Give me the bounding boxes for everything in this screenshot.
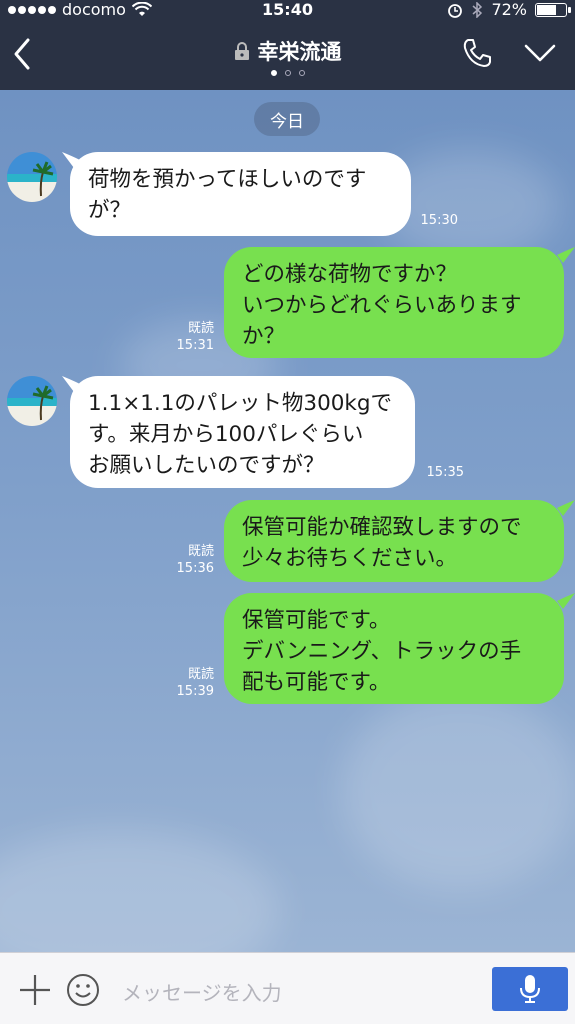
app-header: docomo 15:40 72% 幸栄流通 [0, 0, 575, 90]
date-separator: 今日 [254, 102, 320, 136]
message-time: 既読 15:36 [168, 543, 214, 577]
time-label: 15:39 [176, 684, 214, 699]
status-bar: docomo 15:40 72% [0, 0, 575, 20]
message-bubble-outgoing[interactable]: 保管可能か確認致しますので 少々お待ちください。 [224, 500, 564, 582]
battery-percent: 72% [491, 0, 527, 19]
message-bubble-incoming[interactable]: 1.1×1.1のパレット物300kgで す。来月から100パレぐらい お願いした… [70, 376, 415, 488]
bubble-tail [557, 500, 575, 516]
alarm-icon [448, 3, 463, 18]
nav-bar: 幸栄流通 [0, 28, 575, 84]
microphone-icon [520, 975, 540, 1003]
read-receipt: 既読 [187, 544, 214, 559]
avatar[interactable] [7, 152, 57, 202]
lock-icon [234, 42, 249, 60]
read-receipt: 既読 [187, 667, 214, 682]
background-cloud [340, 690, 575, 890]
background-cloud [0, 830, 280, 952]
read-receipt: 既読 [187, 321, 214, 336]
time-label: 15:31 [176, 338, 214, 353]
page-indicator [0, 70, 575, 76]
message-input[interactable]: メッセージを入力 [122, 977, 282, 1006]
message-bubble-incoming[interactable]: 荷物を預かってほしいのです が？ [70, 152, 411, 236]
bluetooth-icon [472, 1, 483, 18]
message-bubble-outgoing[interactable]: どの様な荷物ですか？ いつからどれぐらいあります か？ [224, 247, 564, 358]
page-dot [270, 70, 277, 76]
bubble-tail [557, 593, 575, 609]
time-label: 15:36 [176, 561, 214, 576]
chat-area[interactable]: 今日 荷物を預かってほしいのです が？ 15:30 既読 15:31 どの様な荷… [0, 90, 575, 952]
message-time: 既読 15:31 [168, 320, 214, 354]
message-time: 15:35 [418, 464, 464, 481]
beach-avatar-icon [7, 152, 57, 202]
message-time: 15:30 [412, 212, 458, 229]
chat-title: 幸栄流通 [257, 40, 342, 64]
chevron-down-icon[interactable] [522, 40, 558, 64]
voice-input-button[interactable] [492, 967, 568, 1011]
bubble-tail [557, 247, 575, 263]
message-input-bar: メッセージを入力 [0, 952, 575, 1024]
message-time: 既読 15:39 [168, 666, 214, 700]
phone-call-icon[interactable] [460, 36, 494, 70]
emoji-icon[interactable] [66, 973, 100, 1007]
message-bubble-outgoing[interactable]: 保管可能です。 デバンニング、トラックの手 配も可能です。 [224, 593, 564, 704]
battery-icon [535, 2, 571, 17]
plus-icon[interactable] [18, 973, 52, 1007]
time-label: 15:35 [426, 465, 464, 480]
time-label: 15:30 [420, 213, 458, 228]
page-dot [298, 70, 305, 76]
avatar[interactable] [7, 376, 57, 426]
status-right: 72% [447, 0, 571, 19]
page-dot [284, 70, 291, 76]
beach-avatar-icon [7, 376, 57, 426]
